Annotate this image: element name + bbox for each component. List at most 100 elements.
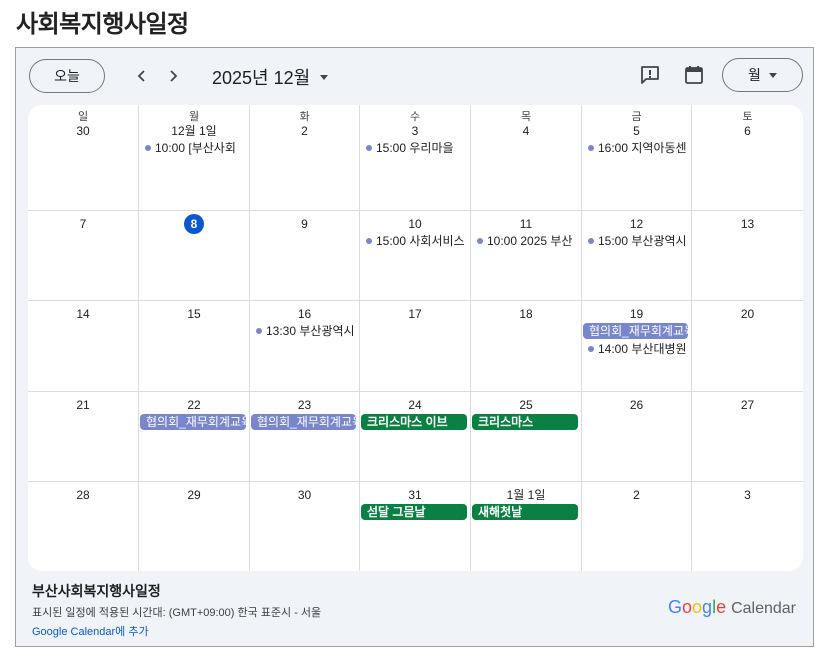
day-number[interactable]: 22 [139,398,249,412]
day-cell[interactable]: 24 크리스마스 이브 [360,392,471,482]
day-number[interactable]: 31 [360,488,470,502]
day-number[interactable]: 16 [250,307,359,321]
day-cell[interactable]: 1월 1일새해첫날 [471,482,582,571]
day-number[interactable]: 24 [360,398,470,412]
day-number[interactable]: 2 [582,488,691,502]
day-cell[interactable]: 토6 [692,105,803,211]
day-cell[interactable]: 18 [471,301,582,392]
day-cell[interactable]: 26 [582,392,692,482]
day-number[interactable]: 25 [471,398,581,412]
day-cell[interactable]: 10 15:00 사회서비스 [360,211,471,301]
day-cell[interactable]: 30 [250,482,360,571]
day-cell[interactable]: 27 [692,392,803,482]
day-number[interactable]: 29 [139,488,249,502]
day-cell[interactable]: 9 [250,211,360,301]
day-cell[interactable]: 화2 [250,105,360,211]
day-number[interactable]: 9 [250,217,359,231]
day-number[interactable]: 13 [692,217,803,231]
day-number[interactable]: 19 [582,307,691,321]
day-number[interactable]: 12월 1일 [139,124,249,138]
day-cell[interactable]: 수 3 15:00 우리마을 [360,105,471,211]
day-cell[interactable]: 12 15:00 부산광역시 [582,211,692,301]
day-number[interactable]: 27 [692,398,803,412]
chevron-left-icon[interactable] [128,62,156,90]
day-number[interactable]: 26 [582,398,691,412]
day-cell[interactable]: 29 [139,482,250,571]
month-picker[interactable]: 2025년 12월 [212,64,329,90]
day-number[interactable]: 2 [250,124,359,138]
day-number[interactable]: 20 [692,307,803,321]
day-cell[interactable]: 8 [139,211,250,301]
google-calendar-logo[interactable]: Google Calendar [668,597,796,618]
day-cell[interactable]: 28 [28,482,139,571]
day-cell[interactable]: 25 크리스마스 [471,392,582,482]
weekday-header: 토 [742,111,753,123]
today-date-marker[interactable]: 8 [139,214,249,234]
day-cell[interactable]: 16 13:30 부산광역시 [250,301,360,392]
all-day-event-bar[interactable]: 협의회_재무회계교육 [251,414,356,430]
event-chip[interactable]: 13:30 부산광역시 [251,323,358,339]
view-switcher-button[interactable]: 월 [722,58,803,92]
google-wordmark-letter: o [692,597,703,617]
day-cell[interactable]: 22 협의회_재무회계교육 [139,392,250,482]
caret-down-icon [320,74,329,80]
holiday-event-bar[interactable]: 새해첫날 [472,504,578,520]
all-day-event-bar[interactable]: 협의회_재무회계교육 [583,323,688,339]
month-label: 2025년 12월 [212,68,311,88]
day-cell[interactable]: 7 [28,211,139,301]
chevron-right-icon[interactable] [159,62,187,90]
day-cell[interactable]: 3 [692,482,803,571]
day-number[interactable]: 30 [28,124,138,138]
event-chip[interactable]: 10:00 [부산사회 [140,140,248,156]
day-number[interactable]: 11 [471,217,581,231]
all-day-event-bar[interactable]: 협의회_재무회계교육 [140,414,246,430]
day-number[interactable]: 1월 1일 [471,488,581,502]
day-number[interactable]: 17 [360,307,470,321]
day-number[interactable]: 18 [471,307,581,321]
add-to-google-calendar-link[interactable]: Google Calendar에 추가 [32,623,149,639]
day-cell[interactable]: 20 [692,301,803,392]
day-number[interactable]: 10 [360,217,470,231]
day-number[interactable]: 23 [250,398,359,412]
day-cell[interactable]: 23 협의회_재무회계교육 [250,392,360,482]
day-cell[interactable]: 31 섣달 그믐날 [360,482,471,571]
day-cell[interactable]: 2 [582,482,692,571]
event-chip[interactable]: 10:00 2025 부산 [472,233,580,249]
day-cell[interactable]: 일 30 [28,105,139,211]
holiday-event-bar[interactable]: 크리스마스 [472,414,578,430]
day-number[interactable]: 14 [28,307,138,321]
today-button[interactable]: 오늘 [29,59,105,93]
day-number[interactable]: 6 [692,124,803,138]
day-cell[interactable]: 15 [139,301,250,392]
event-chip[interactable]: 15:00 우리마을 [361,140,469,156]
day-number[interactable]: 12 [582,217,691,231]
day-number[interactable]: 3 [692,488,803,502]
feedback-icon[interactable] [639,64,661,86]
event-chip[interactable]: 15:00 사회서비스 [361,233,469,249]
holiday-event-bar[interactable]: 섣달 그믐날 [361,504,467,520]
day-cell[interactable]: 19 협의회_재무회계교육 14:00 부산대병원 [582,301,692,392]
day-cell[interactable]: 17 [360,301,471,392]
day-number[interactable]: 4 [471,124,581,138]
day-number[interactable]: 15 [139,307,249,321]
day-number[interactable]: 7 [28,217,138,231]
day-cell[interactable]: 월 12월 1일 10:00 [부산사회 [139,105,250,211]
event-chip[interactable]: 15:00 부산광역시 [583,233,690,249]
day-cell[interactable]: 13 [692,211,803,301]
day-number[interactable]: 30 [250,488,359,502]
holiday-event-bar[interactable]: 크리스마스 이브 [361,414,467,430]
event-chip[interactable]: 16:00 지역아동센 [583,140,690,156]
day-cell[interactable]: 11 10:00 2025 부산 [471,211,582,301]
event-title: 15:00 사회서비스 [376,234,465,248]
day-number[interactable]: 21 [28,398,138,412]
day-cell[interactable]: 21 [28,392,139,482]
day-cell[interactable]: 목4 [471,105,582,211]
day-number[interactable]: 5 [582,124,691,138]
day-number[interactable]: 3 [360,124,470,138]
day-number[interactable]: 28 [28,488,138,502]
calendar-icon[interactable] [683,64,705,86]
event-chip[interactable]: 14:00 부산대병원 [583,341,690,357]
day-cell[interactable]: 14 [28,301,139,392]
weekday-header: 수 [409,111,421,123]
day-cell[interactable]: 금 5 16:00 지역아동센 [582,105,692,211]
